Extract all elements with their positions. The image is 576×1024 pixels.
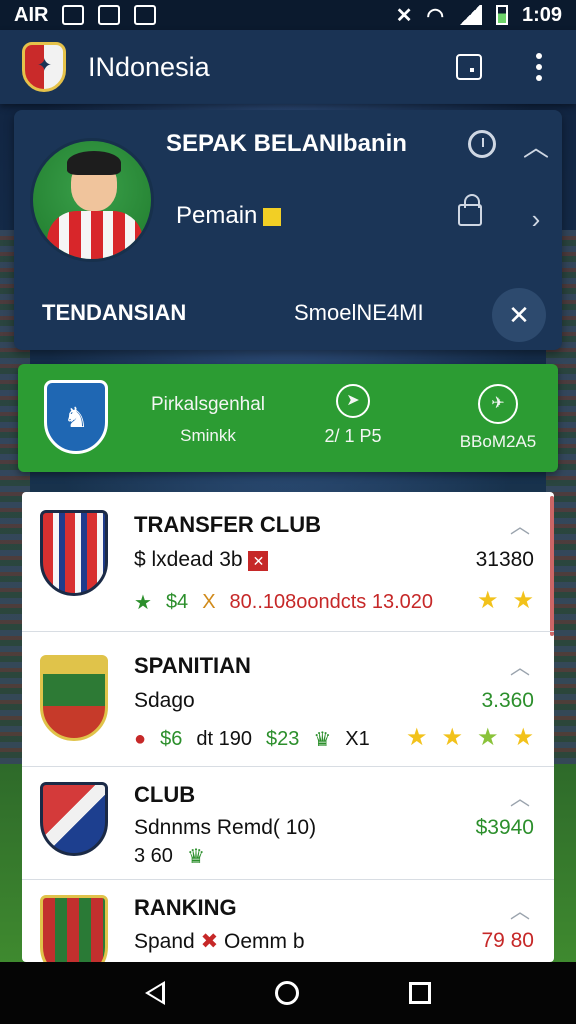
crown-icon: ♛ [186, 846, 205, 868]
team-badge[interactable]: ♞ [44, 380, 108, 454]
battery-icon [495, 5, 508, 25]
club-crest [40, 895, 108, 962]
crown-icon: ♛ [313, 729, 332, 751]
frame-icon [456, 54, 482, 80]
carrier-text: AIR [14, 3, 49, 26]
stat-position: Pirkalsgenhal Sminkk [150, 394, 266, 445]
star-icon: ★ [512, 587, 534, 614]
chevron-up-icon: ︿ [510, 901, 530, 923]
list-item[interactable]: CLUB ︿ Sdnnms Remd( 10) $3940 3 60 ♛ [22, 768, 554, 880]
badge-icon [263, 207, 282, 226]
close-button[interactable]: ✕ [492, 288, 546, 342]
chevron-up-icon: ︿ [510, 657, 530, 679]
play-icon: ➤ [336, 384, 370, 418]
avatar[interactable] [30, 138, 154, 262]
profile-tab-mid[interactable]: SmoelNE4MI [294, 300, 424, 326]
star-icon: ★ [476, 587, 499, 614]
star-icon: ★ [441, 724, 463, 751]
stat-score[interactable]: ➤ 2/ 1 P5 [318, 384, 388, 447]
red-card-icon: ✕ [248, 551, 269, 571]
list-item[interactable]: TRANSFER CLUB ︿ $ lxdead 3b ✕ 31380 ★ $4… [22, 492, 554, 632]
profile-panel: SEPAK BELANIbanin Pemain ︿ › TENDANSIAN … [14, 110, 562, 350]
app-logo [22, 42, 66, 92]
rating-stars: ★ ★ ★ ★ [406, 723, 534, 752]
cast-button[interactable] [454, 52, 484, 82]
image-icon [98, 5, 121, 25]
more-vert-icon [536, 53, 542, 81]
star-icon: ★ [405, 724, 428, 751]
close-icon: ✕ [508, 299, 530, 330]
star-icon: ★ [512, 724, 534, 751]
list-item[interactable]: SPANITIAN ︿ Sdago 3.360 ● $6 dt 190 $23 … [22, 633, 554, 767]
star-icon: ★ [134, 592, 152, 614]
player-icon: ♞ [63, 401, 89, 433]
clipboard-icon [134, 5, 157, 25]
chevron-up-icon[interactable]: ︿ [519, 128, 553, 162]
more-options-button[interactable] [524, 52, 554, 82]
list-item[interactable]: RANKING ︿ Spand ✖ Oemm b 79 80 [22, 881, 554, 962]
club-list: TRANSFER CLUB ︿ $ lxdead 3b ✕ 31380 ★ $4… [22, 492, 554, 962]
lock-icon[interactable] [458, 194, 482, 226]
mute-icon: ✕ [395, 4, 413, 27]
navigation-bar [0, 962, 576, 1024]
chevron-up-icon: ︿ [510, 516, 530, 538]
back-button[interactable] [145, 981, 165, 1005]
star-icon: ★ [476, 724, 499, 751]
mail-icon [62, 5, 85, 25]
home-button[interactable] [275, 981, 299, 1005]
status-bar: AIR ✕ ◠ 1:09 [0, 0, 576, 30]
stats-bar: ♞ Pirkalsgenhal Sminkk ➤ 2/ 1 P5 ✈ BBoM2… [18, 364, 558, 472]
rating-stars: ★ ★ [477, 586, 534, 615]
clock-icon[interactable] [468, 130, 496, 158]
flag-icon: ✖ [200, 930, 219, 953]
app-title: INdonesia [88, 51, 210, 82]
profile-role: Pemain [176, 202, 282, 230]
profile-tab-left[interactable]: TENDANSIAN [42, 300, 186, 326]
club-crest [40, 655, 108, 741]
chevron-right-icon[interactable]: › [519, 202, 553, 236]
stat-rating[interactable]: ✈ BBoM2A5 [448, 384, 548, 452]
recent-apps-button[interactable] [409, 982, 431, 1004]
app-bar: INdonesia [0, 30, 576, 104]
club-crest [40, 782, 108, 856]
red-dot-icon: ● [134, 728, 147, 750]
wifi-icon: ◠ [426, 4, 444, 27]
chevron-up-icon: ︿ [510, 788, 530, 810]
clock-time: 1:09 [521, 3, 562, 26]
club-crest [40, 510, 108, 596]
profile-name: SEPAK BELANIbanin [166, 130, 407, 157]
boot-icon: ✈ [478, 384, 518, 424]
signal-icon [457, 5, 482, 25]
